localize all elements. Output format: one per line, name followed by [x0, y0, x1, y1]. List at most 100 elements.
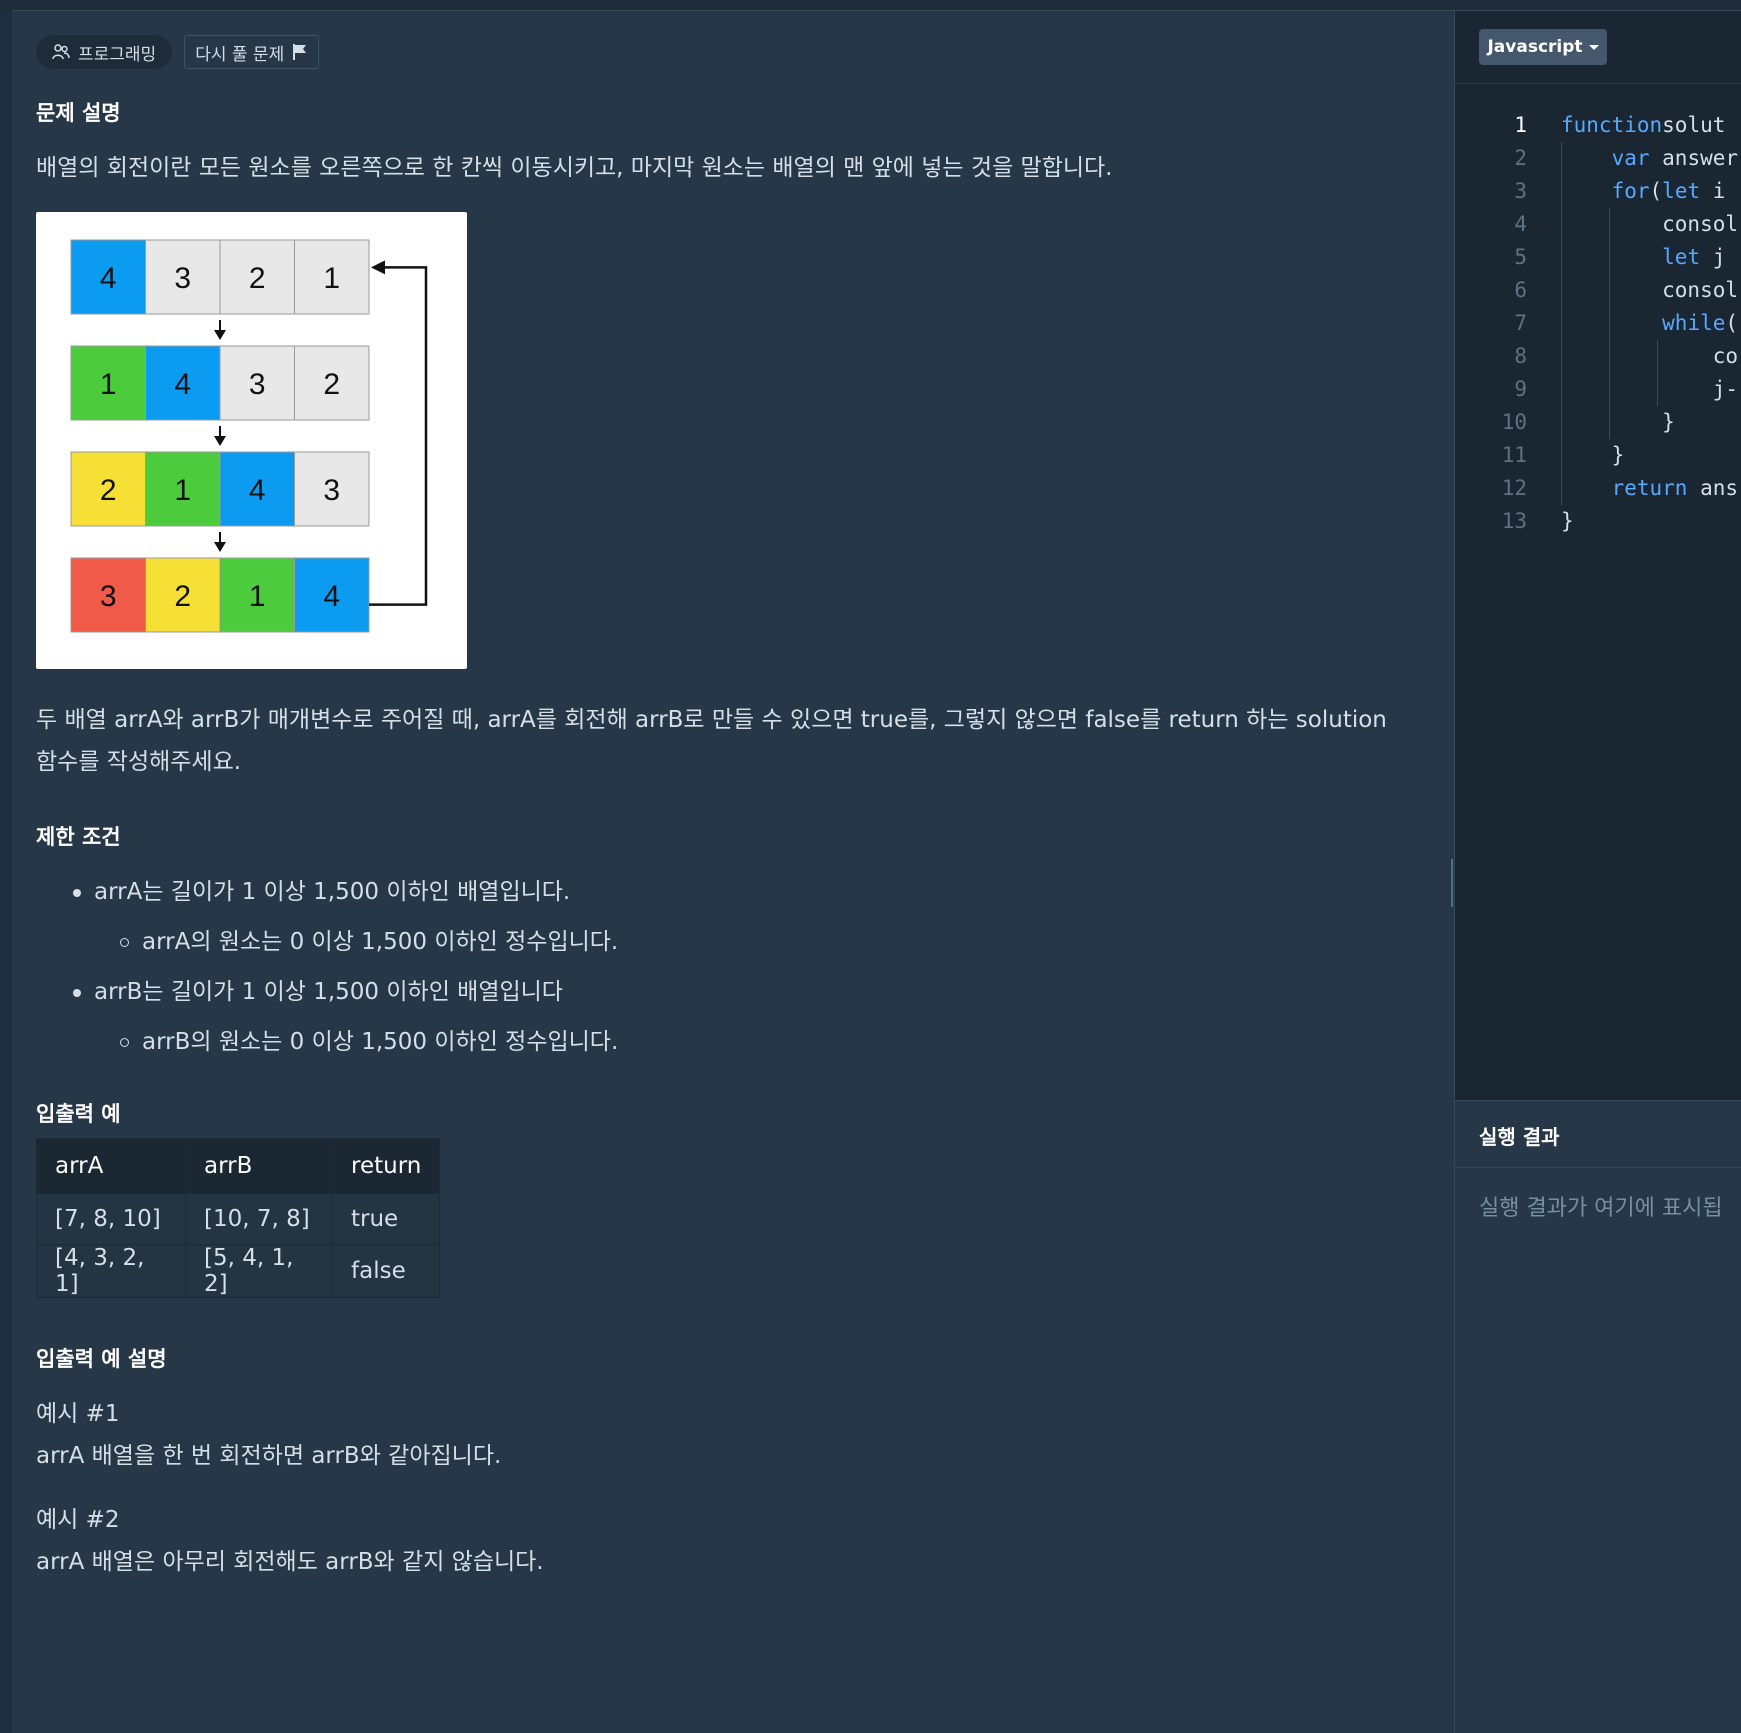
- line-number: 7: [1514, 311, 1527, 335]
- category-badge[interactable]: 프로그래밍: [36, 35, 173, 69]
- line-number: 10: [1501, 410, 1527, 434]
- table-cell: true: [331, 1193, 441, 1245]
- code-line[interactable]: 6 consol: [1455, 274, 1741, 307]
- retry-label: 다시 풀 문제: [195, 44, 285, 65]
- code-line[interactable]: 4 consol: [1455, 208, 1741, 241]
- line-number: 5: [1514, 245, 1527, 269]
- line-number: 3: [1514, 179, 1527, 203]
- explanation-title: 입출력 예 설명: [36, 1347, 167, 1371]
- figure-cell-value: 3: [174, 262, 191, 295]
- flag-icon: [293, 44, 307, 60]
- figure-cell-value: 1: [174, 474, 191, 507]
- problem-intro: 배열의 회전이란 모든 원소를 오른쪽으로 한 칸씩 이동시키고, 마지막 원소…: [36, 155, 1113, 181]
- line-number: 12: [1501, 476, 1527, 500]
- code-token: consol: [1561, 212, 1739, 236]
- table-cell: [4, 3, 2, 1]: [36, 1244, 186, 1298]
- figure-cell-value: 1: [249, 580, 266, 613]
- code-text: var answer: [1561, 142, 1738, 175]
- figure-cell-value: 4: [174, 368, 191, 401]
- code-text: let j: [1561, 241, 1725, 274]
- table-header-row: arrA arrB return: [36, 1138, 441, 1194]
- code-keyword: let: [1662, 179, 1701, 203]
- code-line[interactable]: 9 j-: [1455, 373, 1741, 406]
- figure-cell-value: 1: [100, 368, 117, 401]
- constraints-list: arrA는 길이가 1 이상 1,500 이하인 배열입니다. arrA의 원소…: [36, 867, 618, 1067]
- code-text: functionsolut: [1561, 109, 1725, 142]
- figure-cell-value: 2: [249, 262, 266, 295]
- table-cell: [5, 4, 1, 2]: [185, 1244, 333, 1298]
- figure-cell-value: 3: [249, 368, 266, 401]
- constraint-subitem: arrB의 원소는 0 이상 1,500 이하인 정수입니다.: [36, 1017, 618, 1067]
- code-keyword: var: [1611, 146, 1650, 170]
- code-token: consol: [1561, 278, 1739, 302]
- down-arrow-head: [214, 436, 226, 446]
- code-line[interactable]: 10 }: [1455, 406, 1741, 439]
- code-line[interactable]: 2 var answer: [1455, 142, 1741, 175]
- result-placeholder: 실행 결과가 여기에 표시됩: [1479, 1196, 1723, 1221]
- code-line[interactable]: 11 }: [1455, 439, 1741, 472]
- code-line[interactable]: 8 co: [1455, 340, 1741, 373]
- constraint-item: arrA는 길이가 1 이상 1,500 이하인 배열입니다.: [36, 867, 618, 917]
- code-token: (: [1725, 311, 1739, 335]
- figure-cell-value: 4: [249, 474, 266, 507]
- table-cell: [10, 7, 8]: [185, 1193, 333, 1245]
- figure-cell-value: 4: [323, 580, 340, 613]
- code-token: }: [1561, 443, 1625, 467]
- figure-cell-value: 4: [100, 262, 117, 295]
- code-keyword: let: [1662, 245, 1701, 269]
- indent-guide: [1609, 208, 1610, 439]
- line-number: 9: [1514, 377, 1527, 401]
- code-text: consol: [1561, 208, 1738, 241]
- table-header: return: [331, 1138, 441, 1194]
- table-row: [4, 3, 2, 1] [5, 4, 1, 2] false: [36, 1244, 441, 1298]
- code-text: for(let i: [1561, 175, 1726, 208]
- figure-cell-value: 3: [100, 580, 117, 613]
- code-token: i: [1700, 179, 1726, 203]
- code-token: solut: [1662, 113, 1726, 137]
- example-2-label: 예시 #2: [36, 1507, 120, 1533]
- code-text: return ans: [1561, 472, 1738, 505]
- figure-cell-value: 2: [174, 580, 191, 613]
- code-line[interactable]: 5 let j: [1455, 241, 1741, 274]
- line-number: 2: [1514, 146, 1527, 170]
- problem-title: 문제 설명: [36, 101, 121, 125]
- code-text: }: [1561, 505, 1574, 538]
- examples-title: 입출력 예: [36, 1102, 121, 1126]
- code-token: (: [1649, 179, 1663, 203]
- line-number: 1: [1514, 113, 1527, 137]
- category-label: 프로그래밍: [78, 44, 157, 65]
- line-number: 11: [1501, 443, 1527, 467]
- indent-guide: [1561, 142, 1562, 505]
- code-line[interactable]: 3 for(let i: [1455, 175, 1741, 208]
- example-1-text: arrA 배열을 한 번 회전하면 arrB와 같아집니다.: [36, 1443, 502, 1469]
- constraints-title: 제한 조건: [36, 825, 121, 849]
- panel-resize-handle[interactable]: [1451, 859, 1453, 907]
- code-line[interactable]: 13}: [1455, 505, 1741, 538]
- code-line[interactable]: 12 return ans: [1455, 472, 1741, 505]
- example-2-text: arrA 배열은 아무리 회전해도 arrB와 같지 않습니다.: [36, 1549, 544, 1575]
- figure-cell-value: 2: [100, 474, 117, 507]
- retry-badge[interactable]: 다시 풀 문제: [184, 35, 320, 69]
- code-text: while(: [1561, 307, 1738, 340]
- figure-cell-value: 1: [323, 262, 340, 295]
- language-select[interactable]: Javascript: [1479, 29, 1607, 65]
- result-output: 실행 결과가 여기에 표시됩: [1455, 1168, 1741, 1733]
- result-header: 실행 결과: [1455, 1100, 1741, 1168]
- line-number: 13: [1501, 509, 1527, 533]
- code-keyword: while: [1662, 311, 1726, 335]
- table-header: arrB: [185, 1138, 333, 1194]
- code-token: }: [1561, 410, 1675, 434]
- line-number: 4: [1514, 212, 1527, 236]
- line-number: 8: [1514, 344, 1527, 368]
- code-text: }: [1561, 406, 1675, 439]
- code-editor[interactable]: 1 functionsolut 2 var answer 3 for(let i4 c…: [1455, 84, 1741, 1100]
- code-line[interactable]: 7 while(: [1455, 307, 1741, 340]
- code-keyword: return: [1611, 476, 1688, 500]
- indent-guide: [1657, 340, 1658, 406]
- task-line-2: 함수를 작성해주세요.: [36, 749, 242, 775]
- code-line[interactable]: 1 functionsolut: [1455, 109, 1741, 142]
- code-text: j-: [1561, 373, 1738, 406]
